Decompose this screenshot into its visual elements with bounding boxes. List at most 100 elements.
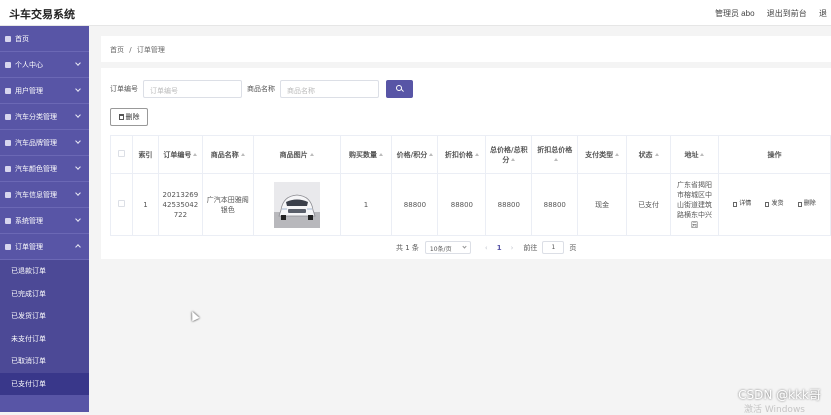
goto-page-input[interactable]: 1 <box>542 241 565 254</box>
search-button[interactable] <box>386 80 413 98</box>
operations-cell: 详情 发货 删除 <box>717 173 831 236</box>
edit-icon <box>765 201 770 207</box>
table-row: 1 2021326942535042722 广汽本田雅阁银色 1 88800 8… <box>110 173 831 236</box>
delete-button[interactable]: 删除 <box>110 108 148 126</box>
sidebar-item-system[interactable]: 系统管理 <box>0 208 89 234</box>
sidebar-item-label: 个人中心 <box>15 60 43 69</box>
row-delete-button[interactable]: 删除 <box>797 199 816 209</box>
sidebar-item-label: 系统管理 <box>15 216 43 225</box>
row-select-cell[interactable] <box>110 173 133 236</box>
top-bar: 斗车交易系统 管理员 abo 退出到前台 退 <box>0 0 831 26</box>
sort-icon[interactable] <box>615 152 620 156</box>
product-image-cell <box>252 173 341 236</box>
column-header[interactable]: 地址 <box>670 135 719 174</box>
csdn-watermark: CSDN @kkk哥 <box>738 388 821 402</box>
sort-icon[interactable] <box>511 157 516 161</box>
car-photo <box>273 181 320 228</box>
list-icon <box>5 165 11 172</box>
sort-icon[interactable] <box>553 157 558 161</box>
sidebar-item-car-info[interactable]: 汽车信息管理 <box>0 182 89 208</box>
address-cell: 广东省揭阳市榕城区中山街道建筑路横东中兴园 <box>670 173 719 236</box>
sidebar-sub-paid[interactable]: 已支付订单 <box>0 372 89 395</box>
list-icon <box>5 217 11 224</box>
select-all-checkbox[interactable] <box>117 149 125 157</box>
breadcrumb: 首页 / 订单管理 <box>101 36 831 62</box>
delete-button-label: 删除 <box>125 113 140 121</box>
chevron-down-icon <box>75 60 81 66</box>
sidebar-item-car-color[interactable]: 汽车颜色管理 <box>0 156 89 182</box>
sort-icon[interactable] <box>309 152 314 156</box>
column-header[interactable]: 价格/积分 <box>391 135 439 174</box>
breadcrumb-home[interactable]: 首页 <box>110 46 124 54</box>
product-name-cell: 广汽本田雅阁银色 <box>201 173 254 236</box>
column-header[interactable]: 状态 <box>626 135 672 174</box>
current-page-number[interactable]: 1 <box>497 244 502 252</box>
sort-icon[interactable] <box>474 152 479 156</box>
chevron-down-icon <box>75 190 81 196</box>
sidebar-item-home[interactable]: 首页 <box>0 26 89 52</box>
column-header[interactable]: 折扣总价格 <box>531 135 579 174</box>
list-icon <box>5 87 11 94</box>
sort-icon[interactable] <box>240 152 245 156</box>
ship-button[interactable]: 发货 <box>765 199 783 209</box>
column-header[interactable]: 商品名称 <box>201 135 254 174</box>
sort-icon[interactable] <box>429 152 434 156</box>
select-all-cell[interactable] <box>110 135 133 174</box>
product-name-label: 商品名称 <box>247 85 275 93</box>
sort-icon[interactable] <box>193 152 198 156</box>
logout-link[interactable]: 退 <box>819 9 827 18</box>
sidebar-item-car-brand[interactable]: 汽车品牌管理 <box>0 130 89 156</box>
row-checkbox[interactable] <box>117 199 125 207</box>
column-header[interactable]: 订单编号 <box>157 135 203 174</box>
trash-icon <box>118 114 124 120</box>
sidebar-item-users[interactable]: 用户管理 <box>0 78 89 104</box>
sidebar-item-personal-center[interactable]: 个人中心 <box>0 52 89 78</box>
chevron-down-icon <box>75 216 81 222</box>
sidebar-sub-completed[interactable]: 已完成订单 <box>0 282 89 305</box>
sidebar-sub-shipped[interactable]: 已发货订单 <box>0 305 89 328</box>
car-image[interactable] <box>273 181 320 228</box>
detail-button[interactable]: 详情 <box>733 199 751 209</box>
chevron-down-icon <box>75 86 81 92</box>
back-to-front-link[interactable]: 退出到前台 <box>767 9 807 18</box>
sidebar-sub-cancelled[interactable]: 已取消订单 <box>0 350 89 373</box>
discount-total-cell: 88800 <box>531 173 579 236</box>
discount-price-cell: 88800 <box>437 173 487 236</box>
sidebar-item-label: 首页 <box>15 34 29 43</box>
sidebar-item-orders[interactable]: 订单管理 <box>0 234 89 260</box>
sidebar-sub-unpaid[interactable]: 未支付订单 <box>0 327 89 350</box>
list-icon <box>5 243 11 250</box>
chevron-down-icon <box>75 138 81 144</box>
current-user[interactable]: 管理员 abo <box>715 9 755 18</box>
header-actions: 管理员 abo 退出到前台 退 <box>715 8 831 19</box>
home-icon <box>5 35 11 42</box>
page-size-select[interactable]: 10条/页 <box>424 241 471 254</box>
next-page-button[interactable]: › <box>511 244 514 252</box>
goto-label: 前往 <box>523 243 538 252</box>
sidebar-item-label: 汽车信息管理 <box>15 190 57 199</box>
page-suffix: 页 <box>569 243 577 252</box>
sidebar-sub-refunded[interactable]: 已退款订单 <box>0 260 89 283</box>
mouse-cursor <box>188 309 200 322</box>
payment-type-cell: 现金 <box>577 173 628 236</box>
breadcrumb-separator: / <box>129 46 132 54</box>
order-number-label: 订单编号 <box>110 85 138 93</box>
prev-page-button[interactable]: ‹ <box>485 244 488 252</box>
search-form: 订单编号 订单编号 商品名称 商品名称 <box>110 80 413 98</box>
column-header[interactable]: 商品图片 <box>252 135 341 174</box>
column-header[interactable]: 支付类型 <box>577 135 628 174</box>
sort-icon[interactable] <box>654 152 659 156</box>
sort-icon[interactable] <box>379 152 384 156</box>
sidebar-item-car-category[interactable]: 汽车分类管理 <box>0 104 89 130</box>
column-header[interactable]: 折扣价格 <box>437 135 487 174</box>
sort-icon[interactable] <box>700 152 705 156</box>
column-header[interactable]: 购买数量 <box>339 135 393 174</box>
quantity-cell: 1 <box>339 173 393 236</box>
trash-icon <box>797 201 802 207</box>
product-name-input[interactable]: 商品名称 <box>280 80 379 98</box>
status-cell: 已支付 <box>626 173 672 236</box>
order-number-input[interactable]: 订单编号 <box>143 80 242 98</box>
table-header-row: 索引 订单编号 商品名称 商品图片 购买数量 价格/积分 折扣价格 总价格/总积… <box>110 135 831 174</box>
column-header[interactable]: 总价格/总积分 <box>485 135 533 174</box>
price-cell: 88800 <box>391 173 439 236</box>
